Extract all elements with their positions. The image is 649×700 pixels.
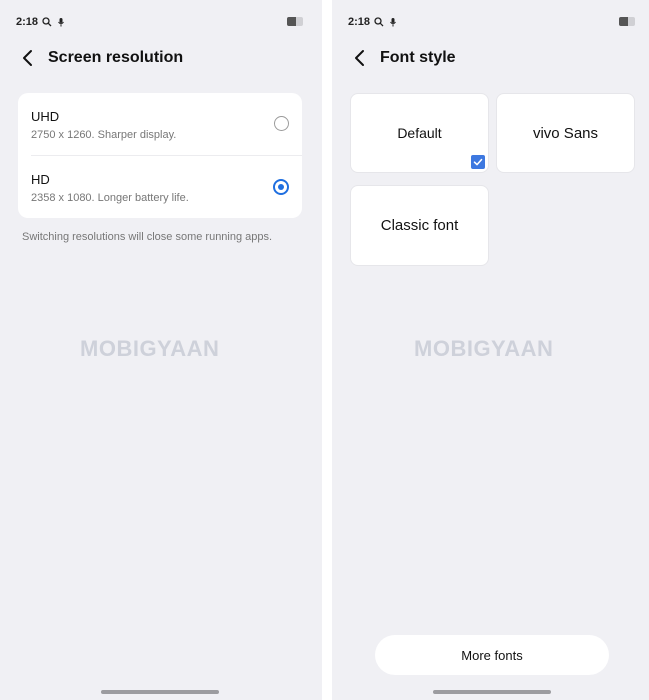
page-title: Screen resolution (48, 49, 184, 66)
radio-selected-icon[interactable] (273, 179, 289, 195)
back-arrow-icon[interactable] (18, 48, 38, 68)
page-title: Font style (380, 49, 456, 66)
search-icon (42, 17, 52, 27)
screen-resolution-screen: 2:18 Screen resolution UHD 2750 x 1260. … (0, 0, 322, 700)
page-header: Font style (350, 44, 456, 72)
search-icon (374, 17, 384, 27)
font-option-classic[interactable]: Classic font (350, 185, 489, 266)
status-time: 2:18 (348, 16, 371, 28)
page-header: Screen resolution (18, 44, 183, 72)
option-hd[interactable]: HD 2358 x 1080. Longer battery life. (18, 156, 302, 218)
font-option-label: Classic font (380, 217, 459, 234)
more-fonts-button[interactable]: More fonts (375, 635, 609, 675)
mic-icon (390, 18, 396, 27)
resolution-options-card: UHD 2750 x 1260. Sharper display. HD 235… (18, 93, 302, 218)
resolution-note: Switching resolutions will close some ru… (22, 231, 273, 243)
status-time: 2:18 (16, 16, 39, 28)
watermark: MOBIGYAAN (414, 336, 554, 361)
option-uhd[interactable]: UHD 2750 x 1260. Sharper display. (18, 93, 302, 155)
back-arrow-icon[interactable] (350, 48, 370, 68)
checkbox-checked-icon (471, 155, 485, 169)
option-subtitle: 2358 x 1080. Longer battery life. (31, 192, 189, 204)
home-indicator[interactable] (101, 690, 219, 694)
option-title: HD (31, 172, 50, 187)
radio-icon[interactable] (274, 116, 289, 131)
option-subtitle: 2750 x 1260. Sharper display. (31, 129, 177, 141)
option-title: UHD (31, 109, 60, 124)
font-option-label: vivo Sans (532, 124, 599, 142)
battery-icon (287, 17, 303, 26)
watermark: MOBIGYAAN (80, 336, 220, 361)
font-option-label: Default (397, 125, 442, 141)
battery-icon (619, 17, 635, 26)
mic-icon (58, 18, 64, 27)
status-bar: 2:18 (16, 14, 66, 30)
font-option-vivo-sans[interactable]: vivo Sans (496, 93, 635, 173)
font-style-screen: 2:18 Font style Default vivo Sans Classi… (332, 0, 649, 700)
font-option-default[interactable]: Default (350, 93, 489, 173)
status-bar: 2:18 (348, 14, 398, 30)
home-indicator[interactable] (433, 690, 551, 694)
